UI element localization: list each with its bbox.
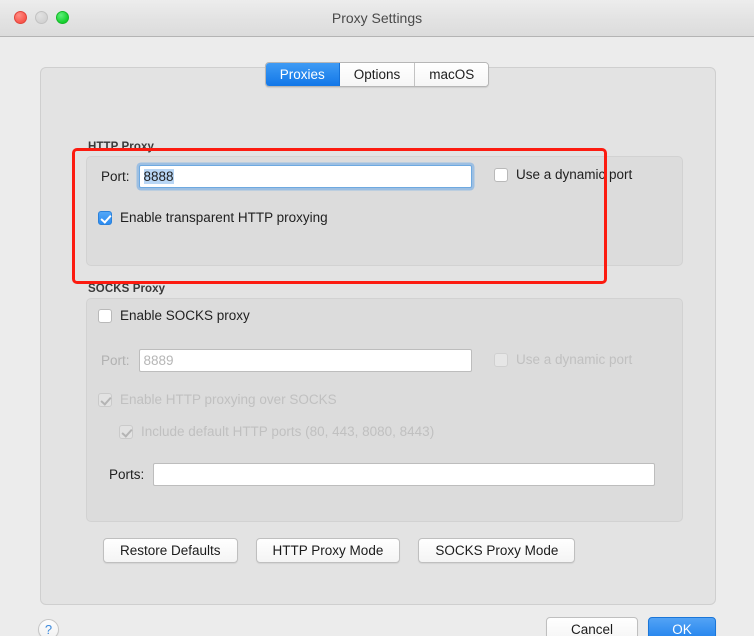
socks-http-over-socks-label: Enable HTTP proxying over SOCKS [120, 392, 337, 407]
socks-default-ports-checkbox-row: Include default HTTP ports (80, 443, 808… [119, 424, 434, 439]
ok-button[interactable]: OK [648, 617, 716, 636]
http-dynamic-port-label: Use a dynamic port [516, 167, 633, 182]
help-button[interactable]: ? [38, 619, 59, 636]
restore-defaults-button[interactable]: Restore Defaults [103, 538, 238, 563]
http-transparent-checkbox[interactable] [98, 210, 112, 225]
socks-http-over-socks-checkbox-row: Enable HTTP proxying over SOCKS [98, 392, 337, 407]
http-transparent-label: Enable transparent HTTP proxying [120, 210, 328, 225]
settings-panel: HTTP Proxy Port: 8888 Use a dynamic port… [40, 67, 716, 605]
cancel-button[interactable]: Cancel [546, 617, 638, 636]
window-title: Proxy Settings [331, 10, 423, 26]
socks-http-over-socks-checkbox [98, 392, 112, 407]
http-dynamic-port-checkbox-row[interactable]: Use a dynamic port [494, 167, 632, 182]
socks-port-placeholder: 8889 [143, 353, 174, 368]
dialog-body: HTTP Proxy Port: 8888 Use a dynamic port… [0, 37, 754, 636]
socks-ports-row: Ports: [109, 463, 656, 486]
proxy-settings-window: Proxy Settings HTTP Proxy Port: 8888 Use… [0, 0, 754, 636]
socks-enable-checkbox-row[interactable]: Enable SOCKS proxy [98, 308, 250, 323]
socks-port-label: Port: [101, 353, 130, 368]
socks-proxy-mode-button[interactable]: SOCKS Proxy Mode [418, 538, 576, 563]
socks-ports-input[interactable] [153, 463, 656, 486]
socks-dynamic-port-label: Use a dynamic port [516, 352, 633, 367]
http-proxy-group-label: HTTP Proxy [88, 141, 154, 153]
tab-bar: Proxies Options macOS [0, 62, 754, 87]
socks-dynamic-port-checkbox [494, 352, 508, 367]
socks-proxy-group-label: SOCKS Proxy [88, 283, 166, 295]
http-port-label: Port: [101, 169, 130, 184]
http-dynamic-port-checkbox[interactable] [494, 167, 508, 182]
titlebar: Proxy Settings [0, 0, 754, 37]
tab-macos[interactable]: macOS [415, 63, 489, 86]
http-port-row: Port: 8888 [101, 165, 472, 188]
socks-enable-label: Enable SOCKS proxy [120, 308, 250, 323]
tab-options[interactable]: Options [339, 63, 416, 86]
http-port-input[interactable]: 8888 [138, 165, 472, 188]
tab-group: Proxies Options macOS [264, 62, 490, 87]
mode-button-bar: Restore Defaults HTTP Proxy Mode SOCKS P… [103, 538, 576, 563]
socks-proxy-groupbox [86, 298, 683, 522]
socks-port-row: Port: 8889 [101, 349, 472, 372]
socks-default-ports-checkbox [119, 424, 133, 439]
socks-dynamic-port-checkbox-row: Use a dynamic port [494, 352, 632, 367]
socks-port-input[interactable]: 8889 [138, 349, 472, 372]
http-transparent-checkbox-row[interactable]: Enable transparent HTTP proxying [98, 210, 328, 225]
tab-proxies[interactable]: Proxies [265, 63, 340, 86]
socks-default-ports-label: Include default HTTP ports (80, 443, 808… [141, 424, 435, 439]
http-port-value: 8888 [143, 169, 174, 184]
socks-ports-label: Ports: [109, 467, 145, 482]
socks-enable-checkbox[interactable] [98, 308, 112, 323]
http-proxy-mode-button[interactable]: HTTP Proxy Mode [255, 538, 401, 563]
